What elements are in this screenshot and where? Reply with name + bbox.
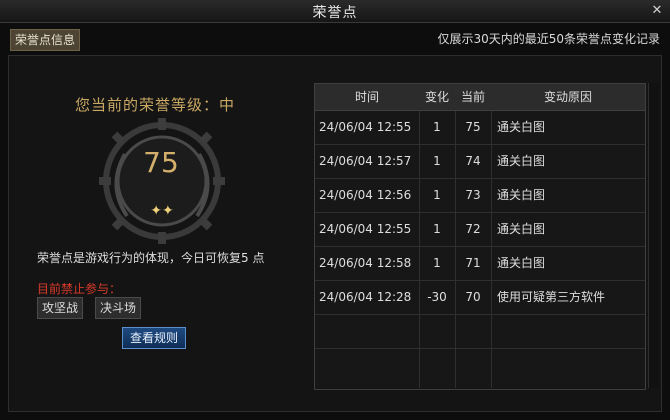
mode-duel-button[interactable]: 决斗场	[95, 297, 142, 319]
row-change: 1	[419, 145, 456, 178]
row-current	[455, 315, 492, 348]
row-change: 1	[419, 213, 456, 246]
banned-label: 目前禁止参与：	[37, 282, 122, 296]
row-reason: 通关白图	[497, 154, 546, 168]
header-reason: 变动原因	[491, 84, 645, 111]
header-change: 变化	[419, 84, 456, 111]
row-current: 74	[455, 145, 492, 178]
row-reason: 通关白图	[497, 222, 546, 236]
row-current: 71	[455, 247, 492, 280]
record-limit-note: 仅展示30天内的最近50条荣誉点变化记录	[437, 32, 660, 46]
honor-grade-text: 您当前的荣誉等级：中	[75, 96, 236, 114]
row-change: 1	[419, 247, 456, 280]
row-change	[419, 349, 456, 388]
row-reason: 通关白图	[497, 256, 546, 270]
row-current: 72	[455, 213, 492, 246]
honor-summary-panel: 您当前的荣誉等级：中 75 ✦✦ 荣誉点是游戏行为的体现，今日可恢复5 点 目前	[9, 56, 309, 411]
row-current	[455, 349, 492, 388]
row-time	[315, 315, 420, 348]
honor-description: 荣誉点是游戏行为的体现，今日可恢复5 点	[37, 251, 265, 265]
window-title: 荣誉点	[312, 5, 358, 21]
table-row: 24/06/04 12:57 1 74 通关白图	[315, 145, 645, 179]
main-panel: 您当前的荣誉等级：中 75 ✦✦ 荣誉点是游戏行为的体现，今日可恢复5 点 目前	[8, 55, 662, 412]
row-current: 73	[455, 179, 492, 212]
title-bar: 荣誉点 ✕	[0, 0, 670, 23]
close-icon[interactable]: ✕	[650, 4, 664, 18]
tab-honor-info[interactable]: 荣誉点信息	[10, 29, 81, 51]
row-current: 75	[455, 111, 492, 144]
header-current: 当前	[455, 84, 492, 111]
header-time: 时间	[315, 84, 420, 111]
row-time: 24/06/04 12:58	[315, 247, 420, 280]
honor-score: 75	[143, 146, 179, 179]
row-reason	[491, 315, 647, 348]
row-reason: 通关白图	[497, 120, 546, 134]
row-time: 24/06/04 12:56	[315, 179, 420, 212]
empty-table-row	[315, 349, 645, 388]
row-time: 24/06/04 12:28	[315, 281, 420, 314]
row-time: 24/06/04 12:57	[315, 145, 420, 178]
row-change: -30	[419, 281, 456, 314]
table-scrollbar[interactable]	[648, 83, 659, 388]
row-change: 1	[419, 111, 456, 144]
table-row: 24/06/04 12:58 1 71 通关白图	[315, 247, 645, 281]
row-reason: 通关白图	[497, 188, 546, 202]
empty-table-row	[315, 315, 645, 349]
row-time	[315, 349, 420, 388]
honor-history-table: 时间 变化 当前 变动原因 24/06/04 12:55 1 75 通关白图 2…	[314, 83, 646, 390]
table-row: 24/06/04 12:56 1 73 通关白图	[315, 179, 645, 213]
mode-raid-button[interactable]: 攻坚战	[37, 297, 84, 319]
view-rules-button[interactable]: 查看规则	[122, 327, 187, 349]
row-current: 70	[455, 281, 492, 314]
table-row: 24/06/04 12:55 1 75 通关白图	[315, 111, 645, 145]
table-row: 24/06/04 12:28 -30 70 使用可疑第三方软件	[315, 281, 645, 315]
row-reason	[491, 349, 647, 388]
row-time: 24/06/04 12:55	[315, 213, 420, 246]
star-icon: ✦✦	[150, 203, 174, 219]
row-change	[419, 315, 456, 348]
laurel-gear-emblem-icon	[99, 118, 225, 244]
row-change: 1	[419, 179, 456, 212]
table-row: 24/06/04 12:55 1 72 通关白图	[315, 213, 645, 247]
row-reason: 使用可疑第三方软件	[497, 290, 606, 304]
row-time: 24/06/04 12:55	[315, 111, 420, 144]
